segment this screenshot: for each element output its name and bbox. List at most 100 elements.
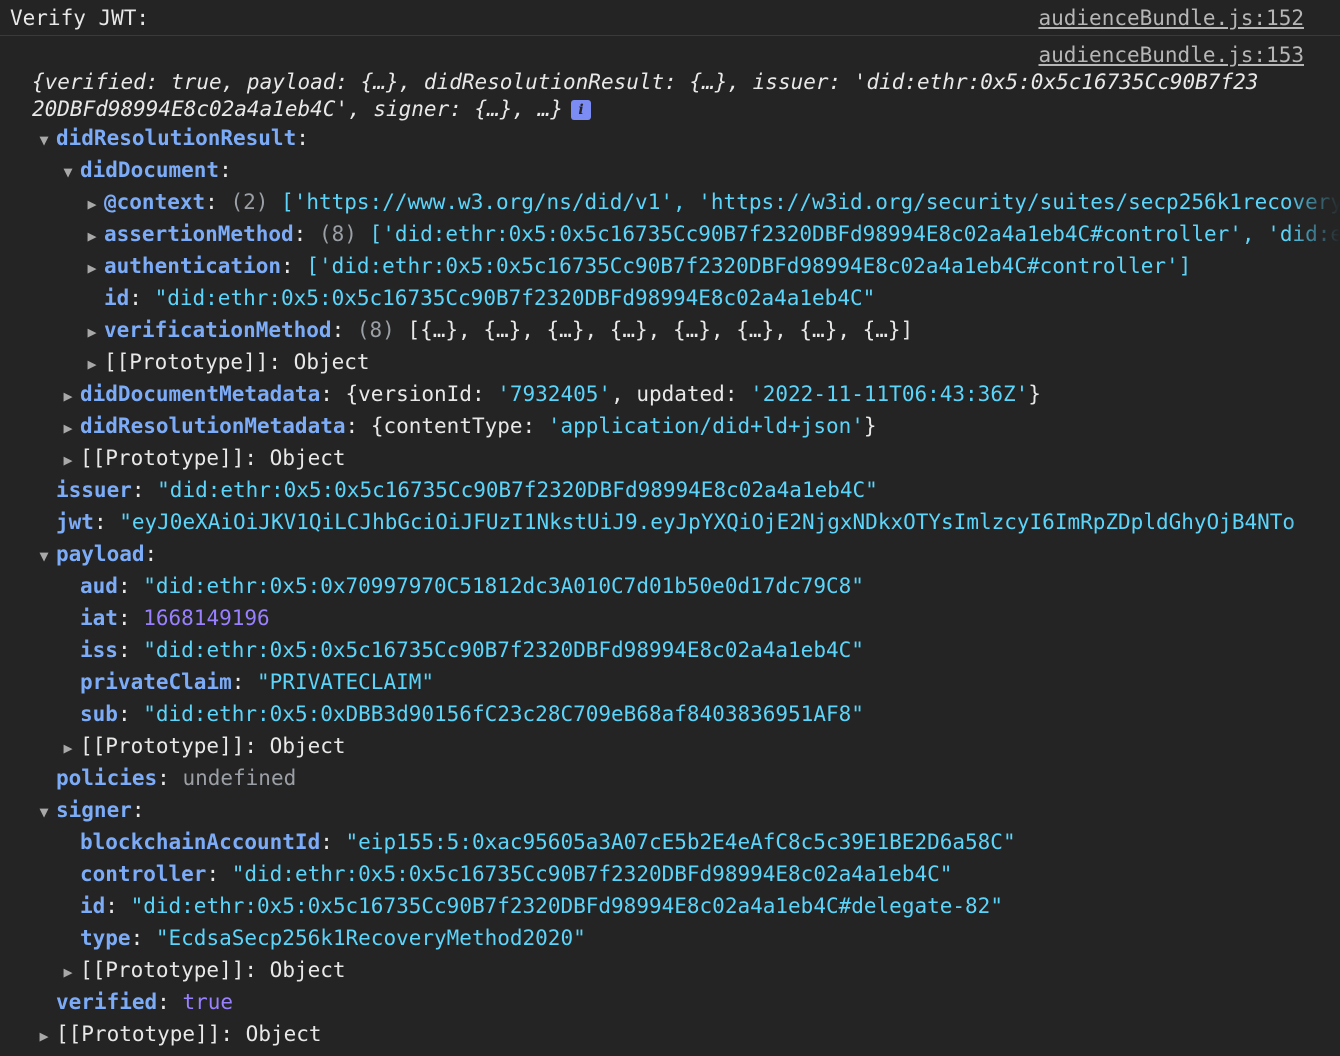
collapsed-arrow-icon[interactable]: ▶ [80, 252, 104, 282]
prop-value: ['did:ethr:0x5:0x5c16735Cc90B7f2320DBFd9… [306, 254, 1192, 278]
expanded-arrow-icon[interactable]: ▼ [56, 156, 80, 186]
prop-document-prototype[interactable]: ▶ [[Prototype]]: Object [0, 346, 1340, 378]
prop-root-prototype[interactable]: ▶ [[Prototype]]: Object [0, 1018, 1340, 1050]
prop-value: "did:ethr:0x5:0x5c16735Cc90B7f2320DBFd98… [157, 478, 878, 502]
prop-payload[interactable]: ▼ payload: [0, 538, 1340, 570]
info-icon[interactable]: i [571, 100, 592, 120]
prop-didResolutionMetadata[interactable]: ▶ didResolutionMetadata: {contentType: 'a… [0, 410, 1340, 442]
prop-document-id: id: "did:ethr:0x5:0x5c16735Cc90B7f2320DB… [104, 286, 876, 310]
prop-key: @context [104, 190, 206, 214]
prop-signer-prototype[interactable]: ▶ [[Prototype]]: Object [0, 954, 1340, 986]
prop-iat: iat: 1668149196 [80, 606, 270, 630]
expanded-arrow-icon[interactable]: ▼ [32, 796, 56, 826]
prop-iss: iss: "did:ethr:0x5:0x5c16735Cc90B7f2320D… [80, 638, 864, 662]
array-count: (8) [356, 318, 395, 342]
prop-controller: controller: "did:ethr:0x5:0x5c16735Cc90B… [80, 862, 953, 886]
collapsed-arrow-icon[interactable]: ▶ [80, 220, 104, 250]
prop-key: id [104, 286, 130, 310]
prop-value: "did:ethr:0x5:0x5c16735Cc90B7f2320DBFd98… [154, 286, 876, 310]
prop-value: Object [269, 734, 346, 758]
prop-key: blockchainAccountId [80, 830, 321, 854]
log-source-row: audienceBundle.js:153 [0, 40, 1340, 70]
prop-key: didDocument [80, 158, 220, 182]
expanded-arrow-icon[interactable]: ▼ [32, 540, 56, 570]
prop-signer-id: id: "did:ethr:0x5:0x5c16735Cc90B7f2320DB… [80, 894, 1003, 918]
prop-key: [[Prototype]] [56, 1022, 221, 1046]
array-count: (2) [230, 190, 269, 214]
prop-value: ['did:ethr:0x5:0x5c16735Cc90B7f2320DBFd9… [369, 222, 1340, 246]
prop-privateClaim: privateClaim: "PRIVATECLAIM" [80, 670, 435, 694]
prop-key: authentication [104, 254, 282, 278]
prop-key: signer [56, 798, 132, 822]
log-label: Verify JWT: [10, 6, 150, 30]
collapsed-arrow-icon[interactable]: ▶ [80, 316, 104, 346]
prop-verified: verified: true [56, 990, 234, 1014]
prop-value: "did:ethr:0x5:0x5c16735Cc90B7f2320DBFd98… [130, 894, 1003, 918]
prop-value: undefined [182, 766, 297, 790]
prop-assertionMethod[interactable]: ▶ assertionMethod: (8) ['did:ethr:0x5:0x5… [0, 218, 1340, 250]
root-expanded-arrow-icon[interactable]: ▼ [0, 94, 6, 120]
prop-key: controller [80, 862, 207, 886]
prop-blockchainAccountId: blockchainAccountId: "eip155:5:0xac95605… [80, 830, 1016, 854]
prop-signer[interactable]: ▼ signer: [0, 794, 1340, 826]
prop-key: privateClaim [80, 670, 232, 694]
prop-didResolutionResult[interactable]: ▼ didResolutionResult: [0, 122, 1340, 154]
prop-key: type [80, 926, 131, 950]
object-summary-line-2[interactable]: ▼ 20DBFd98994E8c02a4a1eb4C', signer: {…}… [0, 94, 1340, 124]
prop-verificationMethod[interactable]: ▶ verificationMethod: (8) [{…}, {…}, {…},… [0, 314, 1340, 346]
prop-payload-prototype[interactable]: ▶ [[Prototype]]: Object [0, 730, 1340, 762]
prop-value: "did:ethr:0x5:0xDBB3d90156fC23c28C709eB6… [143, 702, 864, 726]
prop-key: assertionMethod [104, 222, 294, 246]
collapsed-arrow-icon[interactable]: ▶ [56, 412, 80, 442]
prop-key: payload [56, 542, 145, 566]
collapsed-arrow-icon[interactable]: ▶ [56, 956, 80, 986]
prop-key: policies [56, 766, 158, 790]
collapsed-arrow-icon[interactable]: ▶ [80, 188, 104, 218]
prop-value: '2022-11-11T06:43:36Z' [750, 382, 1029, 406]
prop-value: "eip155:5:0xac95605a3A07cE5b2E4eAfC8c5c3… [345, 830, 1016, 854]
prop-key: didDocumentMetadata [80, 382, 321, 406]
prop-value: 'application/did+ld+json' [547, 414, 864, 438]
prop-authentication[interactable]: ▶ authentication: ['did:ethr:0x5:0x5c1673… [0, 250, 1340, 282]
prop-key: [[Prototype]] [80, 446, 245, 470]
collapsed-arrow-icon[interactable]: ▶ [56, 380, 80, 410]
prop-key: [[Prototype]] [80, 958, 245, 982]
array-count: (8) [318, 222, 357, 246]
prop-didDocumentMetadata[interactable]: ▶ didDocumentMetadata: {versionId: '79324… [0, 378, 1340, 410]
prop-value: Object [269, 958, 346, 982]
source-link-153[interactable]: audienceBundle.js:153 [1038, 40, 1304, 70]
prop-key: issuer [56, 478, 132, 502]
prop-value: ['https://www.w3.org/ns/did/v1', 'https:… [281, 190, 1340, 214]
prop-key: didResolutionResult [56, 126, 297, 150]
prop-value: "did:ethr:0x5:0x5c16735Cc90B7f2320DBFd98… [231, 862, 953, 886]
collapsed-arrow-icon[interactable]: ▶ [56, 444, 80, 474]
expanded-arrow-icon[interactable]: ▼ [32, 124, 56, 154]
prop-value: 1668149196 [143, 606, 270, 630]
prop-key: id [80, 894, 106, 918]
prop-policies: policies: undefined [56, 766, 297, 790]
source-link-152[interactable]: audienceBundle.js:152 [1038, 0, 1304, 36]
object-summary-text-2: 20DBFd98994E8c02a4a1eb4C', signer: {…}, … [32, 97, 564, 121]
prop-value: Object [245, 1022, 322, 1046]
prop-didDocument[interactable]: ▼ didDocument: [0, 154, 1340, 186]
prop-result-prototype[interactable]: ▶ [[Prototype]]: Object [0, 442, 1340, 474]
object-summary-line-1[interactable]: {verified: true, payload: {…}, didResolu… [0, 68, 1340, 96]
prop-value: Object [293, 350, 370, 374]
prop-value: "did:ethr:0x5:0x70997970C51812dc3A010C7d… [143, 574, 864, 598]
collapsed-arrow-icon[interactable]: ▶ [32, 1020, 56, 1050]
prop-key: aud [80, 574, 118, 598]
prop-value: Object [269, 446, 346, 470]
prop-key: [[Prototype]] [80, 734, 245, 758]
prop-jwt: jwt: "eyJ0eXAiOiJKV1QiLCJhbGciOiJFUzI1Nk… [56, 510, 1296, 534]
prop-type: type: "EcdsaSecp256k1RecoveryMethod2020" [80, 926, 586, 950]
prop-key: sub [80, 702, 118, 726]
collapsed-arrow-icon[interactable]: ▶ [56, 732, 80, 762]
prop-key: iat [80, 606, 118, 630]
prop-value: "eyJ0eXAiOiJKV1QiLCJhbGciOiJFUzI1NkstUiJ… [119, 510, 1296, 534]
prop-value: '7932405' [497, 382, 612, 406]
prop-value: "EcdsaSecp256k1RecoveryMethod2020" [155, 926, 586, 950]
collapsed-arrow-icon[interactable]: ▶ [80, 348, 104, 378]
prop-aud: aud: "did:ethr:0x5:0x70997970C51812dc3A0… [80, 574, 864, 598]
prop-context[interactable]: ▶ @context: (2) ['https://www.w3.org/ns/d… [0, 186, 1340, 218]
prop-key: verificationMethod [104, 318, 332, 342]
